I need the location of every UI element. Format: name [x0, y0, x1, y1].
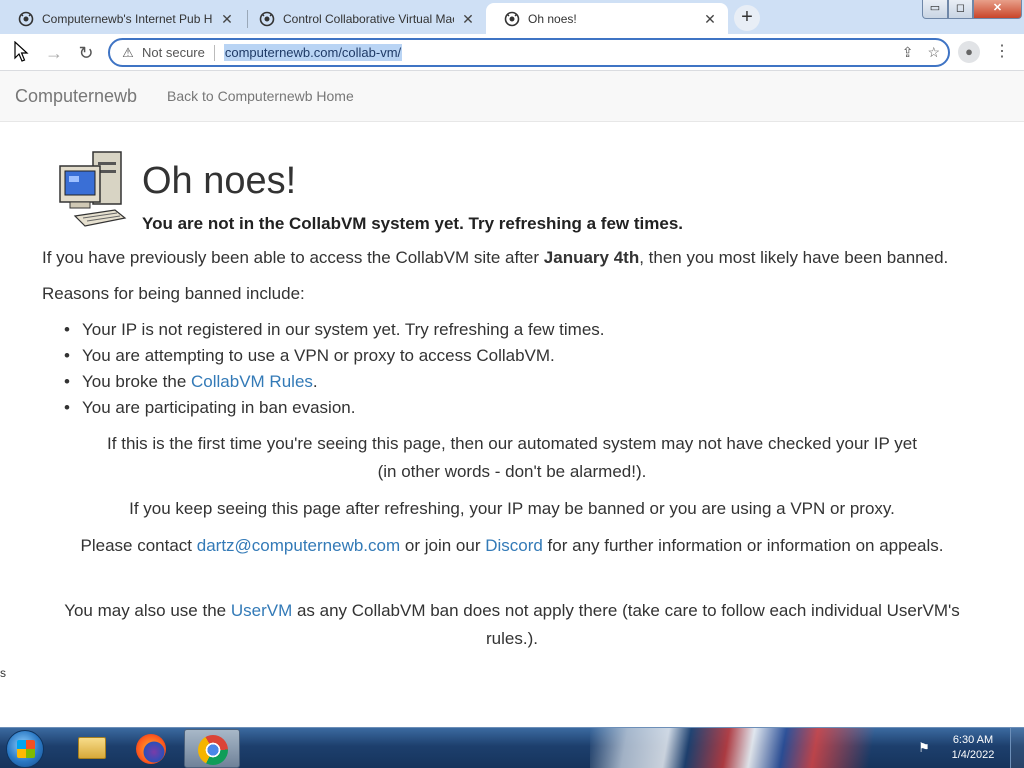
retro-computer-icon	[59, 151, 127, 227]
banned-intro-prefix: If you have previously been able to acce…	[42, 248, 544, 267]
new-tab-button[interactable]: +	[734, 5, 760, 31]
list-item: Your IP is not registered in our system …	[64, 319, 605, 345]
browser-toolbar: → ↻ ⚠ Not secure computernewb.com/collab…	[0, 34, 1024, 71]
folder-icon	[78, 737, 106, 759]
tab-title: Control Collaborative Virtual Machines	[283, 11, 454, 26]
banned-intro: If you have previously been able to acce…	[42, 248, 948, 268]
home-link[interactable]: Back to Computernewb Home	[167, 88, 354, 104]
banned-date: January 4th	[543, 248, 640, 267]
firefox-icon	[136, 734, 166, 764]
list-item: You are attempting to use a VPN or proxy…	[64, 345, 605, 371]
reason-text: You broke the	[82, 372, 192, 391]
reason-text: Your IP is not registered in our system …	[82, 320, 605, 339]
taskbar-chrome-button[interactable]	[184, 729, 240, 768]
collabvm-favicon-icon	[259, 11, 275, 26]
forward-arrow-icon[interactable]: →	[41, 40, 67, 66]
url-text[interactable]: computernewb.com/collab-vm/	[223, 44, 403, 61]
address-bar[interactable]: ⚠ Not secure computernewb.com/collab-vm/…	[108, 38, 950, 67]
tab-control-collaborative-vms[interactable]: Control Collaborative Virtual Machines ✕	[241, 3, 486, 34]
site-brand[interactable]: Computernewb	[15, 86, 137, 107]
windows-taskbar: ⚑ 6:30 AM 1/4/2022	[0, 727, 1024, 768]
collabvm-favicon-icon	[18, 11, 34, 26]
tab-close-icon[interactable]: ✕	[702, 11, 718, 27]
warning-icon: ⚠	[122, 44, 134, 60]
contact-notice: Please contact dartz@computernewb.com or…	[56, 532, 968, 560]
collabvm-rules-link[interactable]: CollabVM Rules	[191, 372, 313, 391]
windows-logo-icon	[17, 740, 35, 758]
window-controls: ▭ ◻ ✕	[922, 0, 1024, 20]
tab-title: Computernewb's Internet Pub Hub	[42, 11, 213, 26]
page-subtitle: You are not in the CollabVM system yet. …	[142, 214, 683, 233]
tab-oh-noes[interactable]: Oh noes! ✕	[486, 3, 728, 34]
maximize-button[interactable]: ◻	[948, 0, 973, 19]
uservm-notice: You may also use the UserVM as any Colla…	[40, 597, 984, 653]
uservm-prefix: You may also use the	[64, 601, 231, 620]
first-time-line-2: (in other words - don't be alarmed!).	[377, 462, 647, 481]
discord-link[interactable]: Discord	[485, 536, 543, 555]
reasons-list: Your IP is not registered in our system …	[64, 319, 605, 423]
browser-tab-strip: Computernewb's Internet Pub Hub ✕ Contro…	[0, 0, 1024, 34]
wallpaper-peek	[590, 728, 900, 768]
site-navbar: Computernewb Back to Computernewb Home	[0, 71, 1024, 122]
first-time-line-1: If this is the first time you're seeing …	[107, 434, 917, 453]
list-item: You broke the CollabVM Rules.	[64, 371, 605, 397]
first-time-notice: If this is the first time you're seeing …	[40, 430, 984, 486]
chrome-icon	[198, 735, 228, 765]
tab-close-icon[interactable]: ✕	[460, 11, 476, 27]
contact-prefix: Please contact	[80, 536, 197, 555]
minimize-button[interactable]: ▭	[922, 0, 948, 19]
start-button[interactable]	[6, 730, 44, 768]
reason-text: You are attempting to use a VPN or proxy…	[82, 346, 555, 365]
close-window-button[interactable]: ✕	[973, 0, 1022, 19]
collabvm-favicon-icon	[504, 11, 520, 26]
menu-kebab-icon[interactable]: ⋮	[992, 41, 1012, 63]
tab-title: Oh noes!	[528, 11, 577, 26]
clock-date: 1/4/2022	[951, 749, 995, 761]
tab-close-icon[interactable]: ✕	[219, 11, 235, 27]
profile-avatar-icon[interactable]: ●	[958, 41, 980, 63]
reasons-title: Reasons for being banned include:	[42, 284, 305, 303]
keep-seeing-notice: If you keep seeing this page after refre…	[129, 499, 895, 518]
page-content: Oh noes! You are not in the CollabVM sys…	[0, 122, 1024, 727]
page-title: Oh noes!	[142, 160, 297, 202]
reload-icon[interactable]: ↻	[73, 40, 99, 66]
list-item: You are participating in ban evasion.	[64, 397, 605, 423]
banned-intro-suffix: , then you most likely have been banned.	[639, 248, 949, 267]
reason-text: You are participating in ban evasion.	[82, 398, 356, 417]
show-desktop-button[interactable]	[1010, 728, 1024, 768]
mouse-cursor-icon	[14, 41, 29, 62]
bookmark-star-icon[interactable]: ☆	[927, 44, 940, 61]
uservm-link[interactable]: UserVM	[231, 601, 292, 620]
clock-time: 6:30 AM	[952, 734, 994, 746]
taskbar-clock[interactable]: 6:30 AM 1/4/2022	[940, 733, 1006, 763]
omnibox-divider	[213, 44, 215, 61]
tab-computernewb-hub[interactable]: Computernewb's Internet Pub Hub ✕	[0, 3, 245, 34]
contact-suffix: for any further information or informati…	[542, 536, 944, 555]
omnibox-actions: ⇪ ☆	[902, 44, 940, 61]
contact-email-link[interactable]: dartz@computernewb.com	[197, 536, 400, 555]
share-icon[interactable]: ⇪	[902, 44, 914, 61]
network-icon[interactable]: ⚑	[916, 740, 932, 756]
taskbar-firefox-button[interactable]	[122, 729, 178, 768]
contact-mid: or join our	[400, 536, 486, 555]
taskbar-explorer-button[interactable]	[62, 729, 118, 768]
stray-text: s	[0, 666, 6, 680]
uservm-suffix: as any CollabVM ban does not apply there…	[292, 601, 960, 648]
security-label[interactable]: Not secure	[142, 45, 205, 60]
reason-suffix: .	[312, 372, 318, 391]
